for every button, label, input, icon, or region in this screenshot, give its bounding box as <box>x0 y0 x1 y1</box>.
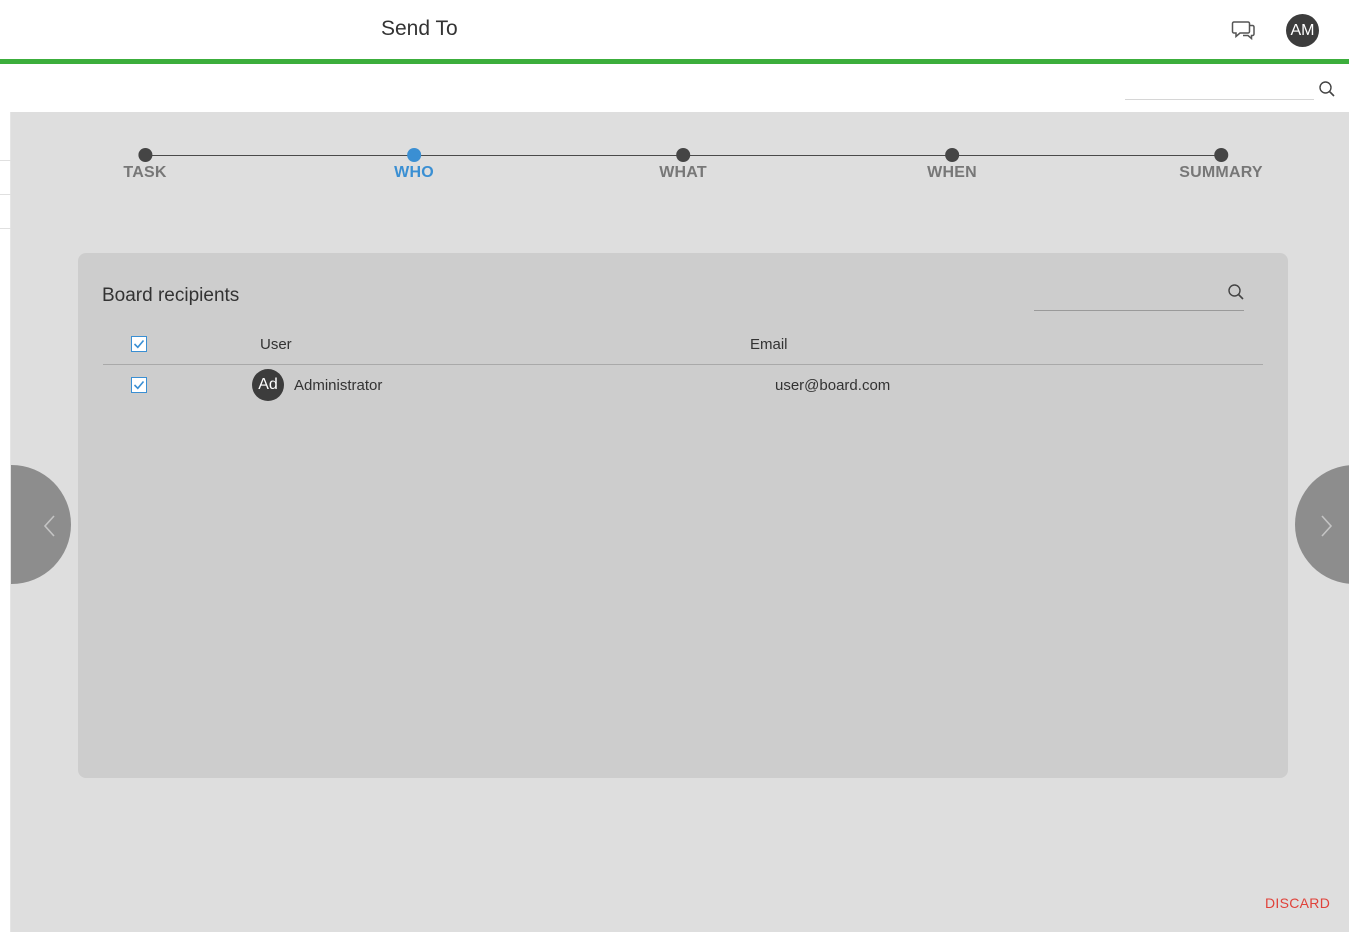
user-name: Administrator <box>294 377 383 394</box>
search-icon[interactable] <box>1227 283 1245 301</box>
search-underline <box>1034 310 1244 311</box>
global-search-bar <box>0 64 1349 112</box>
next-button-circle[interactable] <box>1295 465 1349 584</box>
column-header-email[interactable]: Email <box>750 336 788 353</box>
step-dot <box>137 148 152 162</box>
step-task[interactable]: TASK <box>123 148 166 182</box>
check-icon <box>133 339 145 349</box>
step-label: WHEN <box>927 164 977 181</box>
step-dot <box>1213 148 1228 162</box>
step-who[interactable]: WHO <box>394 148 434 182</box>
step-label: TASK <box>123 164 167 181</box>
top-bar: Send To AM <box>0 0 1349 59</box>
column-header-user[interactable]: User <box>260 336 292 353</box>
user-email: user@board.com <box>775 377 891 394</box>
chat-bubbles-icon[interactable] <box>1231 17 1257 43</box>
card-title: Board recipients <box>102 285 240 306</box>
divider <box>0 228 11 229</box>
next-step-button[interactable] <box>1295 465 1349 584</box>
divider <box>103 364 1263 365</box>
divider <box>0 160 11 161</box>
step-what[interactable]: WHAT <box>659 148 707 182</box>
search-underline <box>1125 99 1314 100</box>
check-icon <box>133 380 145 390</box>
step-summary[interactable]: SUMMARY <box>1179 148 1263 182</box>
step-label: WHO <box>394 164 434 181</box>
select-all-checkbox[interactable] <box>131 336 147 352</box>
prev-button-circle[interactable] <box>11 465 71 584</box>
global-search-input[interactable] <box>1125 79 1314 99</box>
divider <box>0 194 11 195</box>
step-dot <box>945 148 959 162</box>
left-panel-edge <box>0 112 11 932</box>
avatar: Ad <box>252 369 284 401</box>
row-checkbox[interactable] <box>131 377 147 393</box>
step-when[interactable]: WHEN <box>927 148 977 182</box>
chevron-left-icon <box>43 515 55 537</box>
user-avatar[interactable]: AM <box>1286 14 1319 47</box>
step-dot <box>675 148 690 162</box>
discard-button[interactable]: DISCARD <box>1265 895 1330 911</box>
recipients-card <box>78 253 1288 778</box>
page-title: Send To <box>381 17 458 40</box>
prev-step-button[interactable] <box>11 465 71 584</box>
recipients-search-input[interactable] <box>1034 282 1222 304</box>
step-label: SUMMARY <box>1179 164 1263 181</box>
step-label: WHAT <box>659 164 707 181</box>
step-dot <box>406 148 421 162</box>
search-icon[interactable] <box>1318 80 1336 98</box>
chevron-right-icon <box>1321 515 1333 537</box>
